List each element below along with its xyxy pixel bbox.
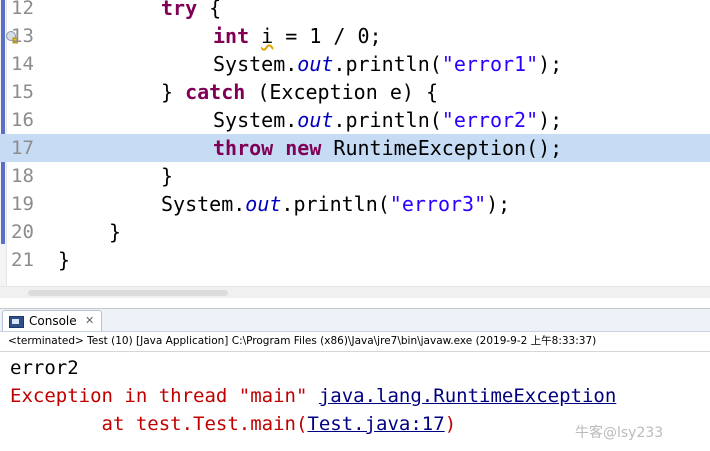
code-line: 20 }	[11, 220, 122, 244]
divider	[0, 351, 710, 352]
line-number: 21	[11, 249, 34, 271]
console-stacktrace-line: at test.Test.main(Test.java:17)	[10, 413, 457, 435]
code-line-current: 17 throw new RuntimeException();	[0, 134, 710, 162]
close-icon[interactable]: ✕	[85, 311, 94, 331]
tab-label: Console	[29, 314, 77, 328]
code-line: 12 try {	[0, 0, 710, 22]
code-line: 18 }	[11, 164, 174, 188]
line-number: 13	[11, 25, 34, 47]
source-link[interactable]: Test.java:17	[307, 413, 444, 435]
line-number: 18	[11, 165, 34, 187]
code-line: 21 }	[11, 248, 71, 272]
code-line: 16 System.out.println("error2");	[11, 108, 563, 132]
code-editor[interactable]: 12 try { 13 int i = 1 / 0; 14 System.out…	[0, 0, 710, 298]
line-number: 20	[11, 221, 34, 243]
keyword-try: try	[161, 0, 198, 20]
console-output-line: error2	[10, 357, 79, 379]
console-tab-bar: Console ✕	[0, 309, 710, 332]
line-number: 14	[11, 53, 34, 75]
watermark: 牛客@lsy233	[575, 425, 664, 441]
console-icon	[9, 316, 24, 328]
exception-link[interactable]: java.lang.RuntimeException	[319, 385, 616, 407]
line-number: 19	[11, 193, 34, 215]
code-line: 13 int i = 1 / 0;	[11, 24, 382, 48]
line-number: 12	[11, 0, 34, 19]
process-status: <terminated> Test (10) [Java Application…	[8, 335, 597, 347]
line-number: 16	[11, 109, 34, 131]
variable-i[interactable]: i	[261, 24, 273, 48]
code-line: 14 System.out.println("error1");	[11, 52, 563, 76]
line-number: 17	[11, 137, 34, 159]
line-number: 15	[11, 81, 34, 103]
code-line: 15 } catch (Exception e) {	[11, 80, 438, 104]
horizontal-scrollbar[interactable]	[0, 286, 710, 298]
code-line: 19 System.out.println("error3");	[11, 192, 511, 216]
scrollbar-thumb[interactable]	[28, 290, 228, 296]
console-error-line: Exception in thread "main" java.lang.Run…	[10, 385, 617, 407]
tab-console[interactable]: Console ✕	[2, 310, 102, 331]
